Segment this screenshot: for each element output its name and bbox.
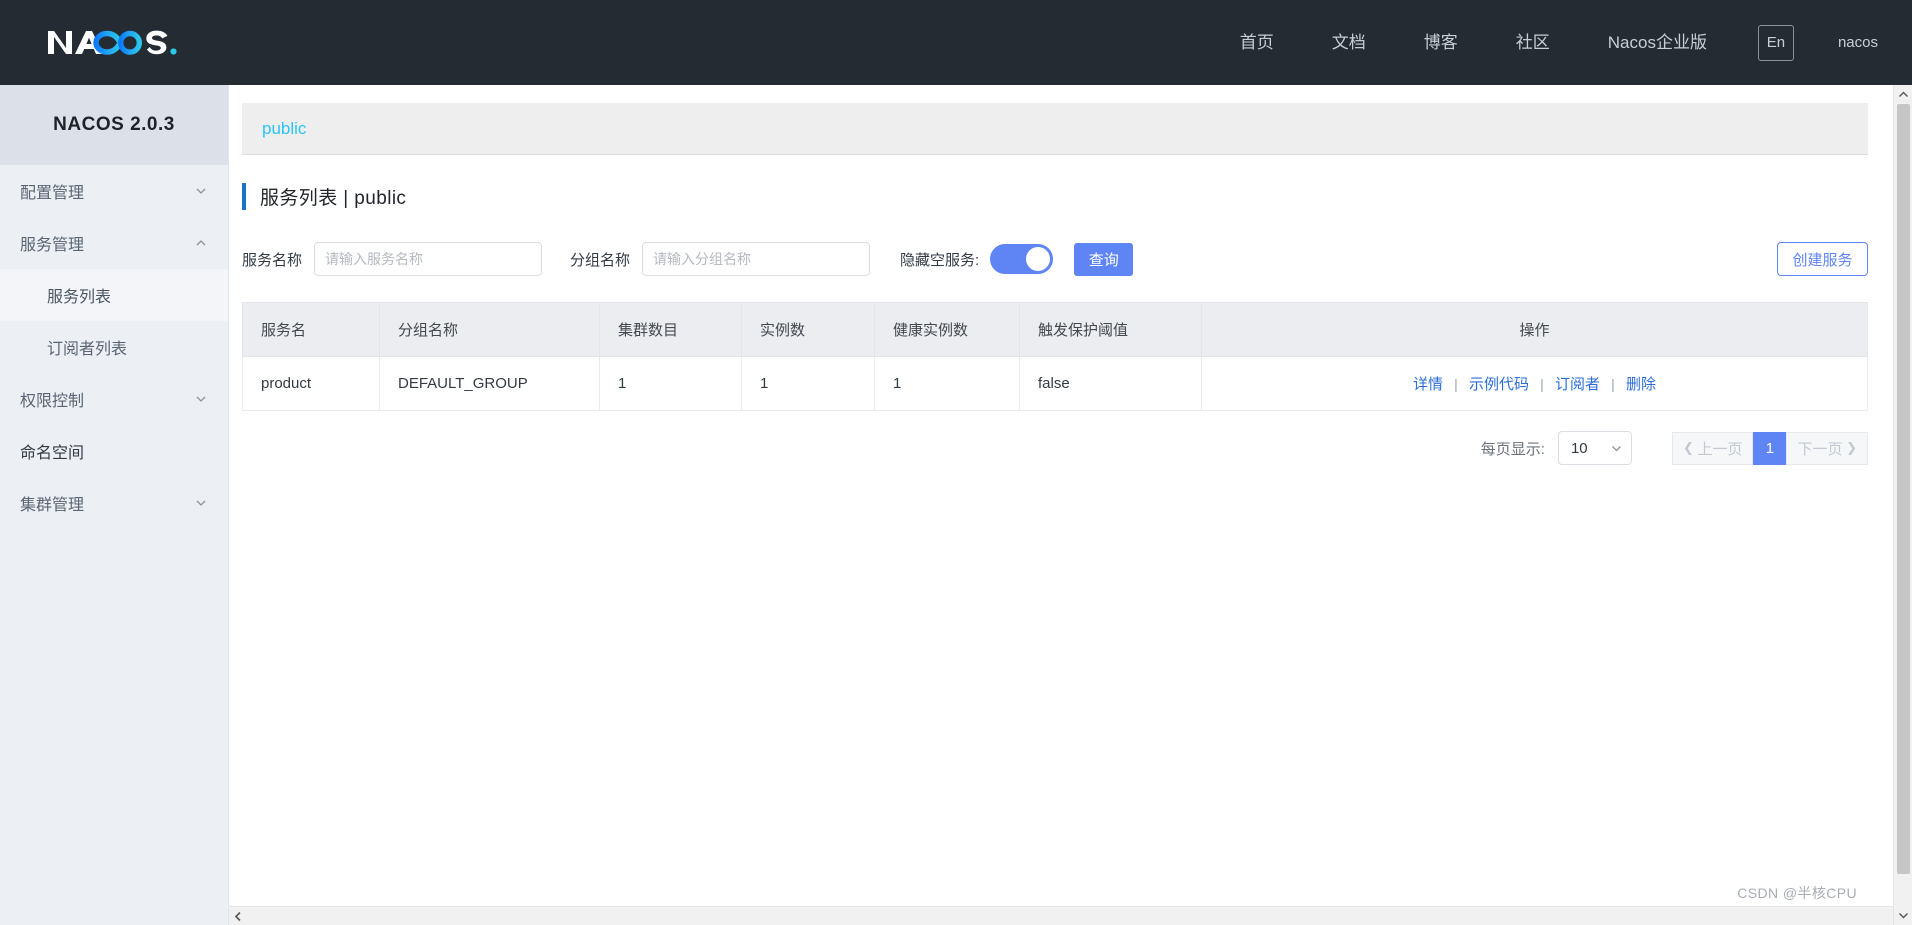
- pagination-prev-button[interactable]: ❮ 上一页: [1672, 432, 1754, 465]
- table-header: 服务名 分组名称 集群数目 实例数 健康实例数 触发保护阈值 操作: [243, 303, 1868, 357]
- column-header-healthy-instance-count: 健康实例数: [875, 303, 1020, 357]
- sidebar-subitem-label: 订阅者列表: [47, 335, 127, 359]
- group-name-label: 分组名称: [570, 249, 630, 270]
- page-size-select[interactable]: 10: [1558, 431, 1632, 465]
- create-service-button[interactable]: 创建服务: [1777, 242, 1868, 276]
- pagination-page-1-button[interactable]: 1: [1753, 432, 1786, 465]
- action-detail-link[interactable]: 详情: [1413, 376, 1443, 393]
- action-separator: |: [1540, 376, 1544, 392]
- horizontal-scrollbar[interactable]: [229, 906, 1893, 925]
- chevron-down-icon: [194, 392, 208, 406]
- nacos-logo-icon: [46, 22, 194, 66]
- main-content: public 服务列表 | public 服务名称 分组名称 隐藏空服务: 查询…: [229, 85, 1893, 925]
- hide-empty-service-toggle[interactable]: [990, 244, 1053, 274]
- sidebar-item-label: 服务管理: [20, 231, 194, 255]
- pagination: 每页显示: 10 ❮ 上一页 1 下一页 ❯: [229, 431, 1868, 465]
- nav-item-community[interactable]: 社区: [1487, 0, 1579, 85]
- column-header-group-name: 分组名称: [380, 303, 600, 357]
- cell-instance-count: 1: [742, 357, 875, 411]
- table-row: product DEFAULT_GROUP 1 1 1 false 详情 | 示…: [243, 357, 1868, 411]
- query-button[interactable]: 查询: [1074, 243, 1133, 276]
- toggle-knob: [1026, 247, 1050, 271]
- cell-protect-threshold: false: [1020, 357, 1202, 411]
- column-header-cluster-count: 集群数目: [600, 303, 742, 357]
- top-header: 首页 文档 博客 社区 Nacos企业版 En nacos: [0, 0, 1912, 85]
- service-name-input[interactable]: [314, 242, 542, 276]
- service-name-label: 服务名称: [242, 249, 302, 270]
- sidebar-item-config-management[interactable]: 配置管理: [0, 165, 228, 217]
- chevron-right-icon: ❯: [1842, 440, 1857, 456]
- breadcrumb-namespace-link[interactable]: public: [262, 119, 306, 139]
- page-size-value: 10: [1571, 440, 1610, 457]
- sidebar-brand: NACOS 2.0.3: [0, 85, 228, 165]
- user-menu[interactable]: nacos: [1812, 34, 1912, 51]
- sidebar-menu: 配置管理 服务管理 服务列表 订阅者列表 权限控制: [0, 165, 228, 529]
- chevron-down-icon: [194, 184, 208, 198]
- chevron-down-icon: [1610, 442, 1623, 455]
- sidebar-item-label: 配置管理: [20, 179, 194, 203]
- filter-toolbar: 服务名称 分组名称 隐藏空服务: 查询 创建服务: [242, 239, 1893, 279]
- nav-item-enterprise[interactable]: Nacos企业版: [1579, 0, 1736, 85]
- sidebar-item-cluster-management[interactable]: 集群管理: [0, 477, 228, 529]
- column-header-instance-count: 实例数: [742, 303, 875, 357]
- sidebar-item-label: 集群管理: [20, 491, 194, 515]
- sidebar-subitem-label: 服务列表: [47, 283, 111, 307]
- cell-healthy-instance-count: 1: [875, 357, 1020, 411]
- action-delete-link[interactable]: 删除: [1626, 376, 1656, 393]
- column-header-operations: 操作: [1202, 303, 1868, 357]
- sidebar-item-label: 命名空间: [20, 439, 208, 463]
- sidebar-item-permission-control[interactable]: 权限控制: [0, 373, 228, 425]
- pagination-controls: ❮ 上一页 1 下一页 ❯: [1672, 432, 1868, 465]
- service-table: 服务名 分组名称 集群数目 实例数 健康实例数 触发保护阈值 操作 produc…: [242, 302, 1868, 411]
- scroll-down-arrow-icon[interactable]: [1894, 906, 1912, 925]
- action-separator: |: [1611, 376, 1615, 392]
- pagination-next-label: 下一页: [1797, 438, 1842, 459]
- language-toggle-button[interactable]: En: [1758, 25, 1794, 61]
- page-title-accent-bar: [242, 183, 246, 210]
- hide-empty-service-label: 隐藏空服务:: [900, 249, 979, 270]
- page-title-text: 服务列表 | public: [260, 183, 406, 210]
- action-separator: |: [1454, 376, 1458, 392]
- vertical-scrollbar[interactable]: [1893, 85, 1912, 925]
- table-body: product DEFAULT_GROUP 1 1 1 false 详情 | 示…: [243, 357, 1868, 411]
- page-size-label: 每页显示:: [1481, 438, 1545, 459]
- cell-operations: 详情 | 示例代码 | 订阅者 | 删除: [1202, 357, 1868, 411]
- column-header-service-name: 服务名: [243, 303, 380, 357]
- chevron-up-icon: [194, 236, 208, 250]
- group-name-input[interactable]: [642, 242, 870, 276]
- chevron-down-icon: [194, 496, 208, 510]
- top-navigation: 首页 文档 博客 社区 Nacos企业版 En nacos: [1211, 0, 1912, 85]
- scroll-left-arrow-icon[interactable]: [229, 907, 248, 925]
- nacos-console-window: 首页 文档 博客 社区 Nacos企业版 En nacos NACOS 2.0.…: [0, 0, 1912, 925]
- nav-item-blog[interactable]: 博客: [1395, 0, 1487, 85]
- sidebar-item-service-management[interactable]: 服务管理: [0, 217, 228, 269]
- sidebar-item-label: 权限控制: [20, 387, 194, 411]
- action-subscriber-link[interactable]: 订阅者: [1555, 376, 1600, 393]
- nav-item-home[interactable]: 首页: [1211, 0, 1303, 85]
- chevron-left-icon: ❮: [1683, 440, 1698, 456]
- sidebar-item-namespace[interactable]: 命名空间: [0, 425, 228, 477]
- cell-service-name: product: [243, 357, 380, 411]
- column-header-protect-threshold: 触发保护阈值: [1020, 303, 1202, 357]
- cell-cluster-count: 1: [600, 357, 742, 411]
- cell-group-name: DEFAULT_GROUP: [380, 357, 600, 411]
- page-title: 服务列表 | public: [242, 181, 1893, 211]
- scroll-up-arrow-icon[interactable]: [1894, 85, 1912, 104]
- table-header-row: 服务名 分组名称 集群数目 实例数 健康实例数 触发保护阈值 操作: [243, 303, 1868, 357]
- service-table-wrapper: 服务名 分组名称 集群数目 实例数 健康实例数 触发保护阈值 操作 produc…: [242, 302, 1868, 411]
- watermark: CSDN @半核CPU: [1737, 883, 1857, 903]
- breadcrumb: public: [242, 103, 1868, 155]
- nacos-logo[interactable]: [46, 20, 194, 66]
- sidebar-item-subscriber-list[interactable]: 订阅者列表: [0, 321, 228, 373]
- nav-item-docs[interactable]: 文档: [1303, 0, 1395, 85]
- pagination-next-button[interactable]: 下一页 ❯: [1786, 432, 1868, 465]
- pagination-prev-label: 上一页: [1697, 438, 1742, 459]
- vertical-scrollbar-thumb[interactable]: [1897, 104, 1910, 874]
- action-sample-code-link[interactable]: 示例代码: [1469, 376, 1529, 393]
- sidebar: NACOS 2.0.3 配置管理 服务管理 服务列表 订阅者列表: [0, 85, 229, 925]
- sidebar-item-service-list[interactable]: 服务列表: [0, 269, 228, 321]
